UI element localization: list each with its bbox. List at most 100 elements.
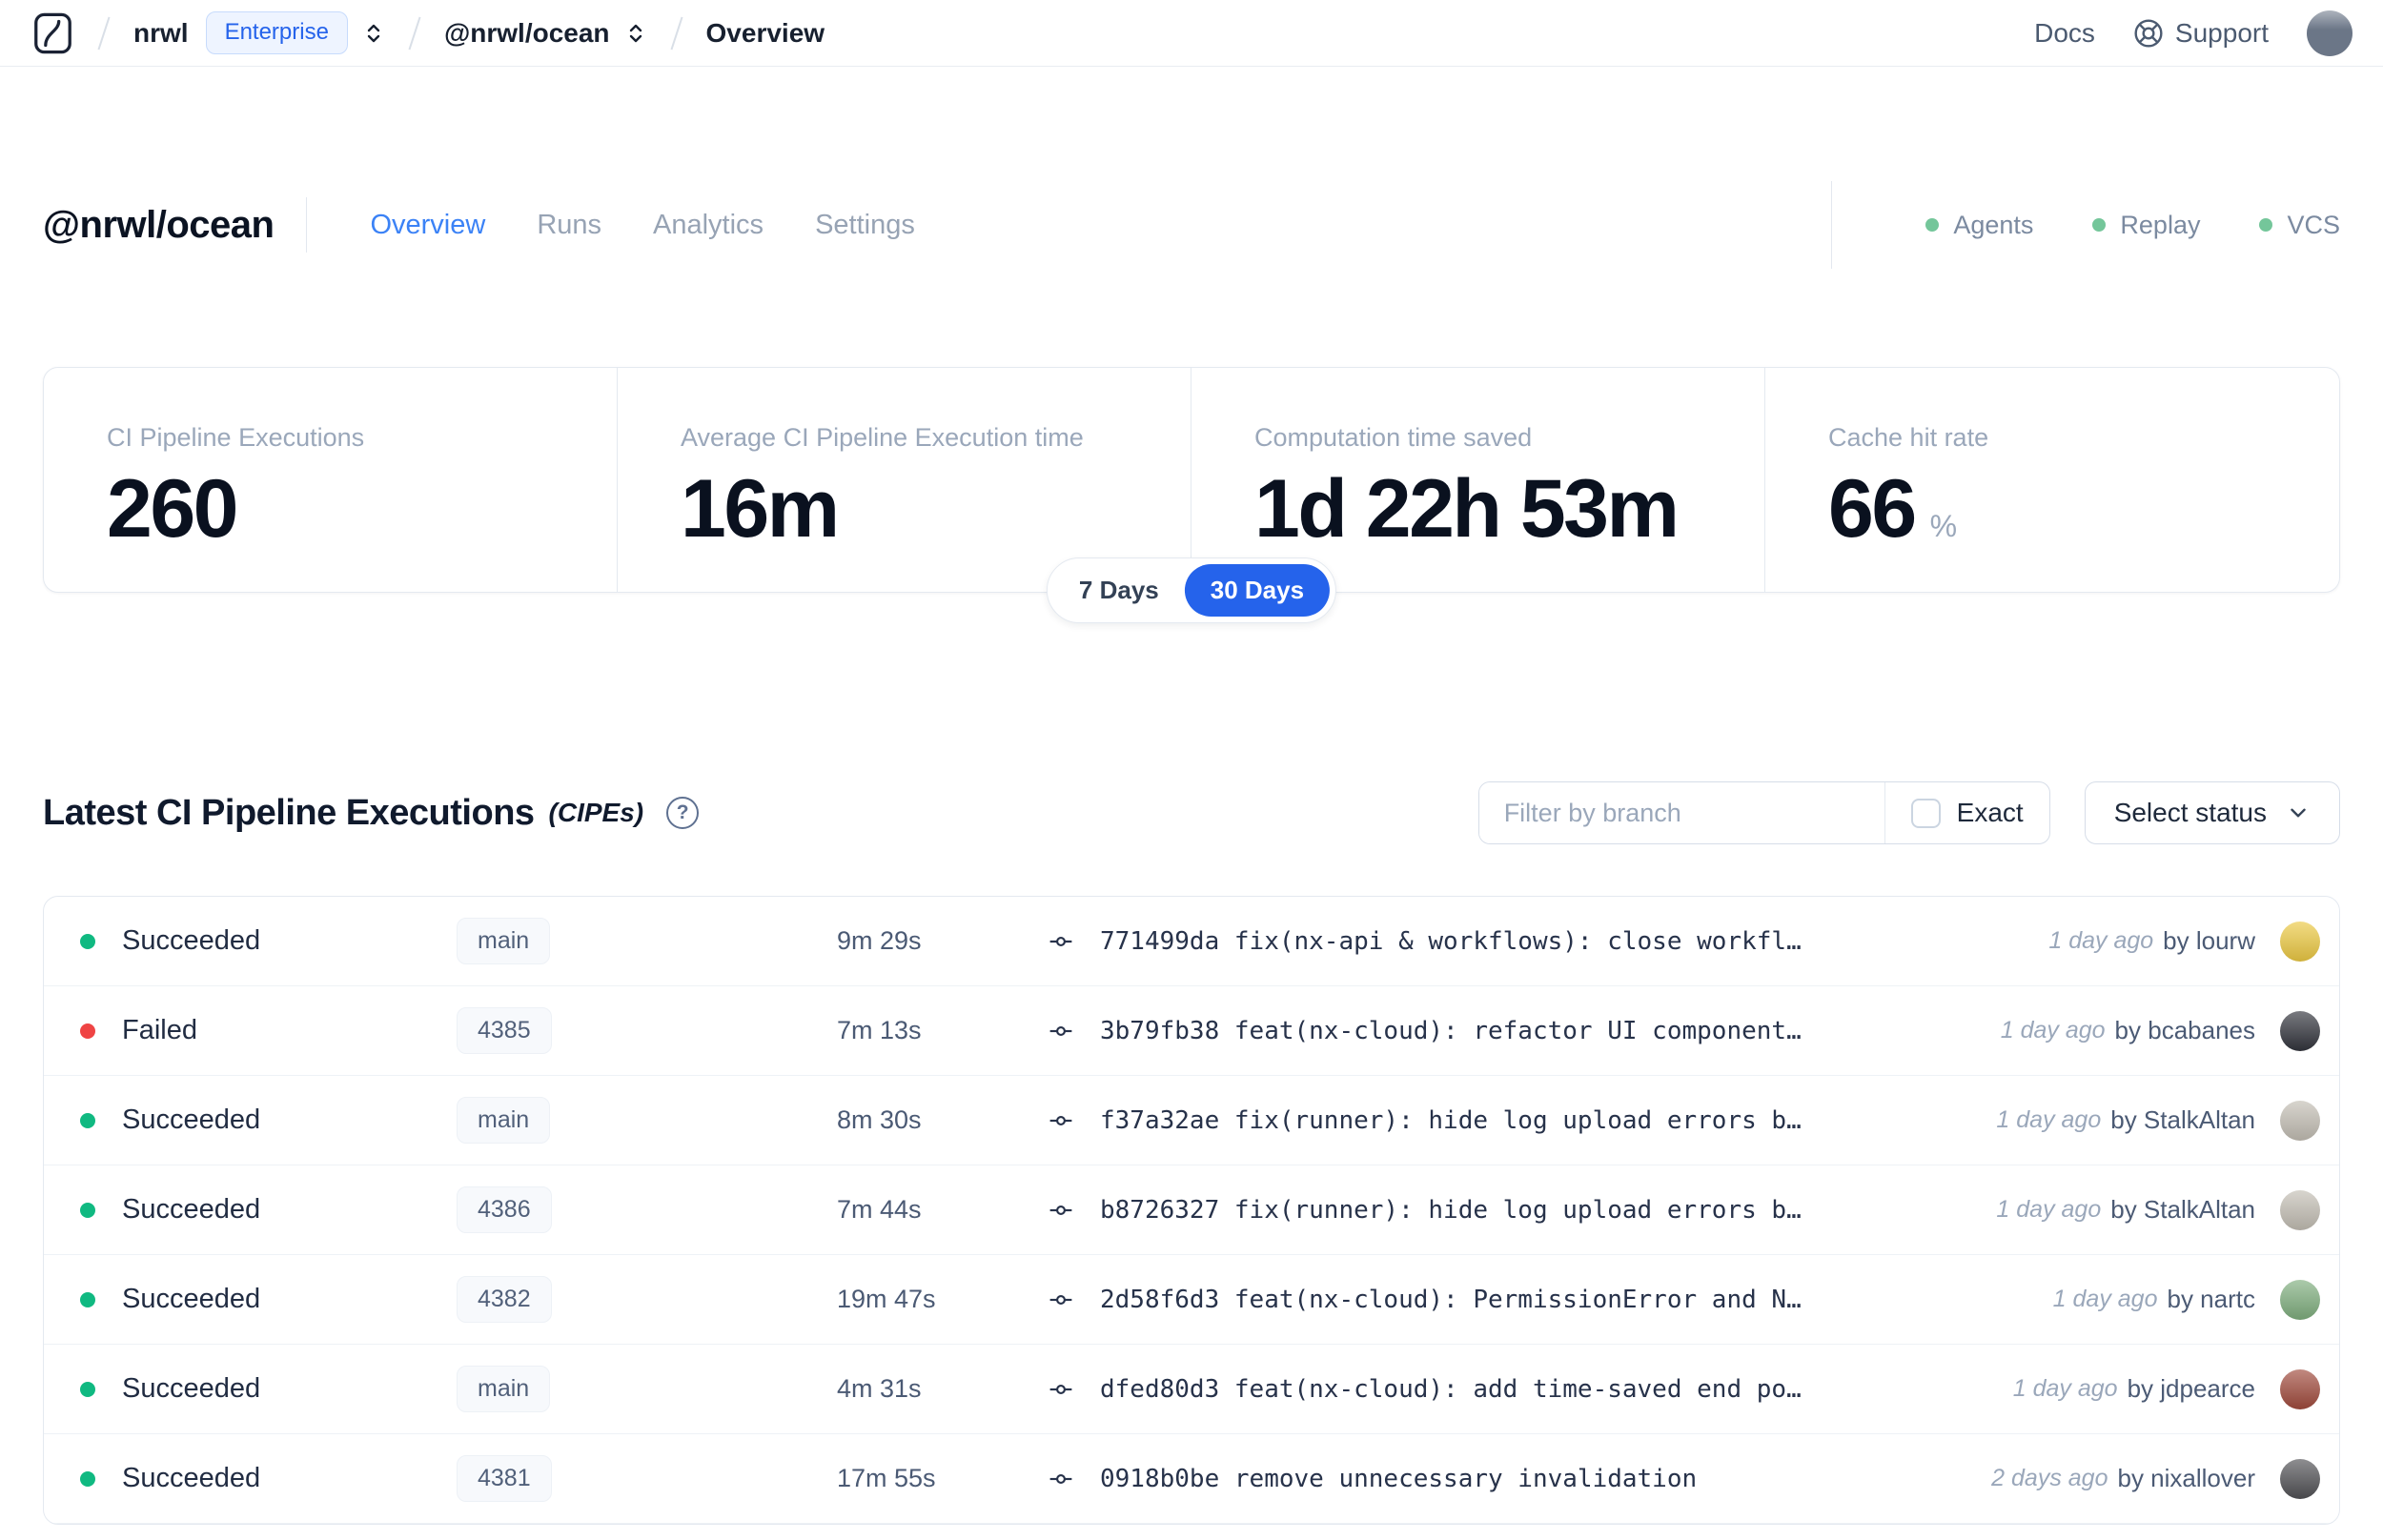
commit-hash: 771499da [1100, 926, 1220, 956]
commit-hash: 2d58f6d3 [1100, 1285, 1220, 1314]
cipe-row[interactable]: Succeeded 4382 19m 47s 2d58f6d3 feat(nx-… [44, 1255, 2339, 1345]
commit-cell: 0918b0be remove unnecessary invalidation [1044, 1465, 1972, 1493]
branch-badge: 4381 [457, 1455, 552, 1502]
cipe-row[interactable]: Failed 4385 7m 13s 3b79fb38 feat(nx-clou… [44, 986, 2339, 1076]
commit-link[interactable]: 3b79fb38 feat(nx-cloud): refactor UI com… [1100, 1017, 1802, 1045]
status-select-label: Select status [2113, 798, 2267, 827]
commit-meta: 1 day ago by bcabanes [2000, 1010, 2320, 1051]
tab-settings[interactable]: Settings [815, 210, 915, 241]
commit-message: fix(nx-api & workflows): close workfl… [1233, 926, 1802, 956]
breadcrumb-org[interactable]: nrwl [133, 18, 189, 49]
org-switcher-chevrons-icon[interactable] [362, 20, 385, 47]
workspace-header: @nrwl/ocean Overview Runs Analytics Sett… [43, 181, 2340, 269]
life-buoy-icon [2133, 18, 2164, 49]
nx-cloud-logo-icon[interactable] [31, 11, 74, 55]
exact-label: Exact [1956, 798, 2024, 827]
exact-toggle: Exact [1884, 782, 2049, 843]
commit-hash: dfed80d3 [1100, 1374, 1220, 1404]
commit-link[interactable]: b8726327 fix(runner): hide log upload er… [1100, 1196, 1802, 1225]
status-dot-icon [80, 933, 95, 949]
branch-cell: main [419, 1097, 801, 1144]
author-avatar [2280, 1189, 2320, 1230]
exact-checkbox[interactable] [1910, 798, 1941, 828]
user-avatar[interactable] [2307, 10, 2352, 56]
time-ago: 1 day ago [2000, 1017, 2106, 1044]
status-label: Succeeded [122, 925, 261, 956]
duration: 4m 31s [837, 1374, 922, 1403]
commit-meta: 1 day ago by nartc [2052, 1279, 2320, 1320]
author-avatar [2280, 1279, 2320, 1320]
commit-link[interactable]: 0918b0be remove unnecessary invalidation [1100, 1465, 1697, 1493]
commit-author: by nartc [2167, 1285, 2256, 1313]
commit-link[interactable]: 2d58f6d3 feat(nx-cloud): PermissionError… [1100, 1286, 1802, 1314]
branch-badge: main [457, 1097, 551, 1144]
duration: 7m 44s [837, 1195, 922, 1224]
status-label: Failed [122, 1015, 197, 1045]
cipe-table: Succeeded main 9m 29s 771499da fix(nx-ap… [43, 896, 2340, 1525]
tab-overview[interactable]: Overview [370, 210, 485, 241]
commit-message: feat(nx-cloud): refactor UI component… [1233, 1016, 1802, 1045]
commit-cell: 771499da fix(nx-api & workflows): close … [1044, 927, 2029, 956]
time-range-toggle: 7 Days 30 Days [1046, 557, 1337, 623]
cipe-row[interactable]: Succeeded 4381 17m 55s 0918b0be remove u… [44, 1434, 2339, 1524]
cipe-row[interactable]: Succeeded main 4m 31s dfed80d3 feat(nx-c… [44, 1345, 2339, 1434]
indicator-label: Agents [1953, 210, 2034, 239]
duration: 8m 30s [837, 1105, 922, 1134]
commit-meta: 1 day ago by lourw [2048, 921, 2320, 962]
breadcrumb-separator [97, 16, 111, 50]
branch-badge: 4386 [457, 1186, 552, 1233]
status-dot-icon [80, 1202, 95, 1218]
git-commit-icon [1044, 929, 1078, 954]
help-icon[interactable]: ? [666, 797, 700, 829]
breadcrumb-workspace[interactable]: @nrwl/ocean [444, 18, 610, 49]
commit-cell: f37a32ae fix(runner): hide log upload er… [1044, 1106, 1977, 1135]
breadcrumb-separator [408, 16, 421, 50]
status-dot-icon [80, 1112, 95, 1128]
git-commit-icon [1044, 1108, 1078, 1133]
indicator-label: VCS [2287, 210, 2340, 239]
chevron-down-icon [2286, 800, 2311, 825]
author-avatar [2280, 1458, 2320, 1499]
stat-ci-pipeline-executions: CI Pipeline Executions 260 [44, 368, 618, 592]
commit-cell: 2d58f6d3 feat(nx-cloud): PermissionError… [1044, 1286, 2034, 1314]
stat-value: 1d 22h 53m [1254, 463, 1680, 555]
support-link[interactable]: Support [2133, 18, 2269, 49]
status-label: Succeeded [122, 1194, 261, 1225]
range-7-days[interactable]: 7 Days [1053, 564, 1185, 617]
commit-message: feat(nx-cloud): PermissionError and N… [1233, 1285, 1802, 1314]
stats-section: CI Pipeline Executions 260 Average CI Pi… [43, 367, 2340, 623]
cipe-row[interactable]: Succeeded main 9m 29s 771499da fix(nx-ap… [44, 897, 2339, 986]
status-select-button[interactable]: Select status [2084, 781, 2340, 844]
commit-link[interactable]: 771499da fix(nx-api & workflows): close … [1100, 927, 1802, 956]
workspace-switcher-chevrons-icon[interactable] [624, 20, 647, 47]
commit-message: fix(runner): hide log upload errors b… [1233, 1105, 1802, 1135]
time-ago: 1 day ago [2048, 927, 2154, 954]
time-ago: 1 day ago [2052, 1286, 2158, 1312]
stat-value: 66 [1828, 463, 1917, 555]
cipe-row[interactable]: Succeeded 4386 7m 44s b8726327 fix(runne… [44, 1165, 2339, 1255]
indicator-replay: Replay [2092, 211, 2200, 240]
status-dot-icon [80, 1291, 95, 1307]
stat-label: Computation time saved [1254, 423, 1533, 452]
cipe-row[interactable]: Succeeded main 8m 30s f37a32ae fix(runne… [44, 1076, 2339, 1165]
commit-link[interactable]: f37a32ae fix(runner): hide log upload er… [1100, 1106, 1802, 1135]
support-label: Support [2174, 17, 2269, 48]
section-title-suffix: (CIPEs) [548, 798, 644, 827]
duration: 19m 47s [837, 1285, 936, 1313]
branch-cell: 4382 [419, 1276, 801, 1323]
tab-analytics[interactable]: Analytics [653, 210, 764, 241]
commit-link[interactable]: dfed80d3 feat(nx-cloud): add time-saved … [1100, 1375, 1802, 1404]
stat-value: 16m [681, 463, 840, 555]
status-label: Succeeded [122, 1463, 261, 1493]
commit-hash: b8726327 [1100, 1195, 1220, 1225]
docs-link[interactable]: Docs [2034, 18, 2095, 49]
tab-runs[interactable]: Runs [537, 210, 601, 241]
topbar-actions: Docs Support [2034, 10, 2352, 56]
git-commit-icon [1044, 1198, 1078, 1223]
branch-filter-input[interactable] [1478, 782, 1884, 843]
range-30-days[interactable]: 30 Days [1184, 564, 1331, 617]
commit-cell: b8726327 fix(runner): hide log upload er… [1044, 1196, 1977, 1225]
divider [1831, 181, 1833, 269]
status-label: Succeeded [122, 1284, 261, 1314]
feature-indicators: Agents Replay VCS [1831, 181, 2340, 269]
